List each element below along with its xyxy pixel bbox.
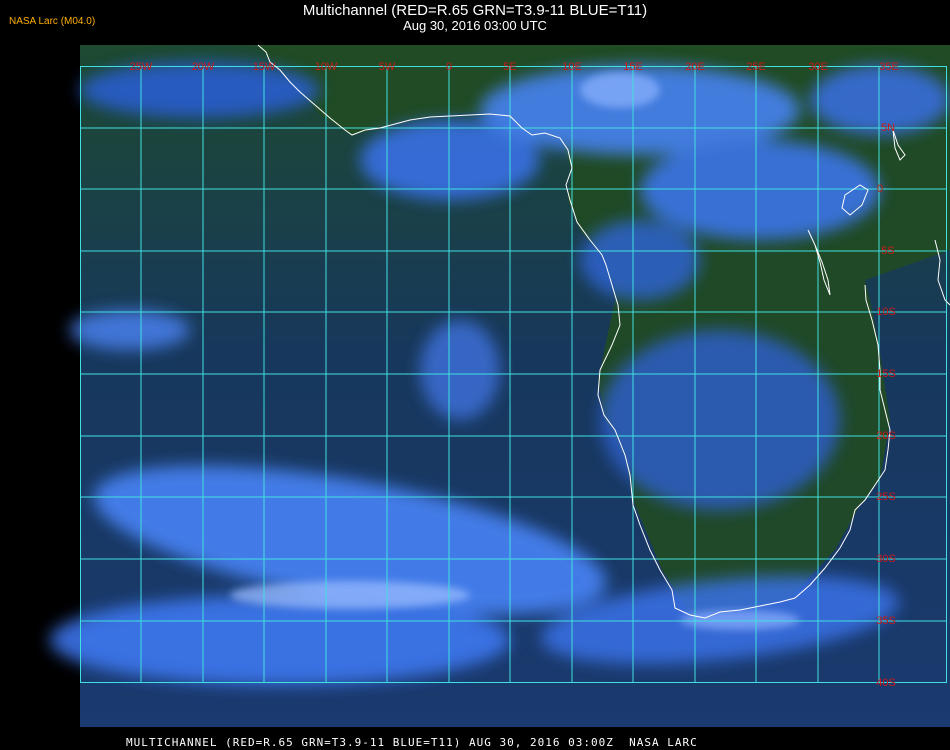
lon-label: 15W [253, 61, 276, 73]
lon-label: 20W [192, 61, 215, 73]
lon-label: 0 [446, 61, 452, 73]
satellite-imagery [50, 45, 950, 727]
lat-label: 10S [876, 306, 896, 318]
lat-label: 15S [876, 368, 896, 380]
lat-label: 5N [881, 122, 895, 134]
lat-label: 40S [876, 677, 896, 689]
lon-label: 25W [130, 61, 153, 73]
lat-label: 0 [877, 183, 883, 195]
lon-label: 5W [379, 61, 396, 73]
lon-label: 30E [808, 61, 828, 73]
lon-label: 10W [315, 61, 338, 73]
lat-label: 25S [876, 491, 896, 503]
lon-label: 25E [746, 61, 766, 73]
lon-label: 35E [879, 61, 899, 73]
lat-label: 35S [876, 615, 896, 627]
lat-label: 5S [881, 245, 894, 257]
satellite-map: 25W 20W 15W 10W 5W 0 5E 10E 15E 20E 25E … [50, 44, 950, 727]
lon-label: 20E [685, 61, 705, 73]
footer-caption: MULTICHANNEL (RED=R.65 GRN=T3.9-11 BLUE=… [126, 736, 698, 749]
lat-label: 20S [876, 430, 896, 442]
lon-label: 15E [623, 61, 643, 73]
lat-label: 30S [876, 553, 896, 565]
lon-label: 5E [503, 61, 516, 73]
lon-label: 10E [562, 61, 582, 73]
